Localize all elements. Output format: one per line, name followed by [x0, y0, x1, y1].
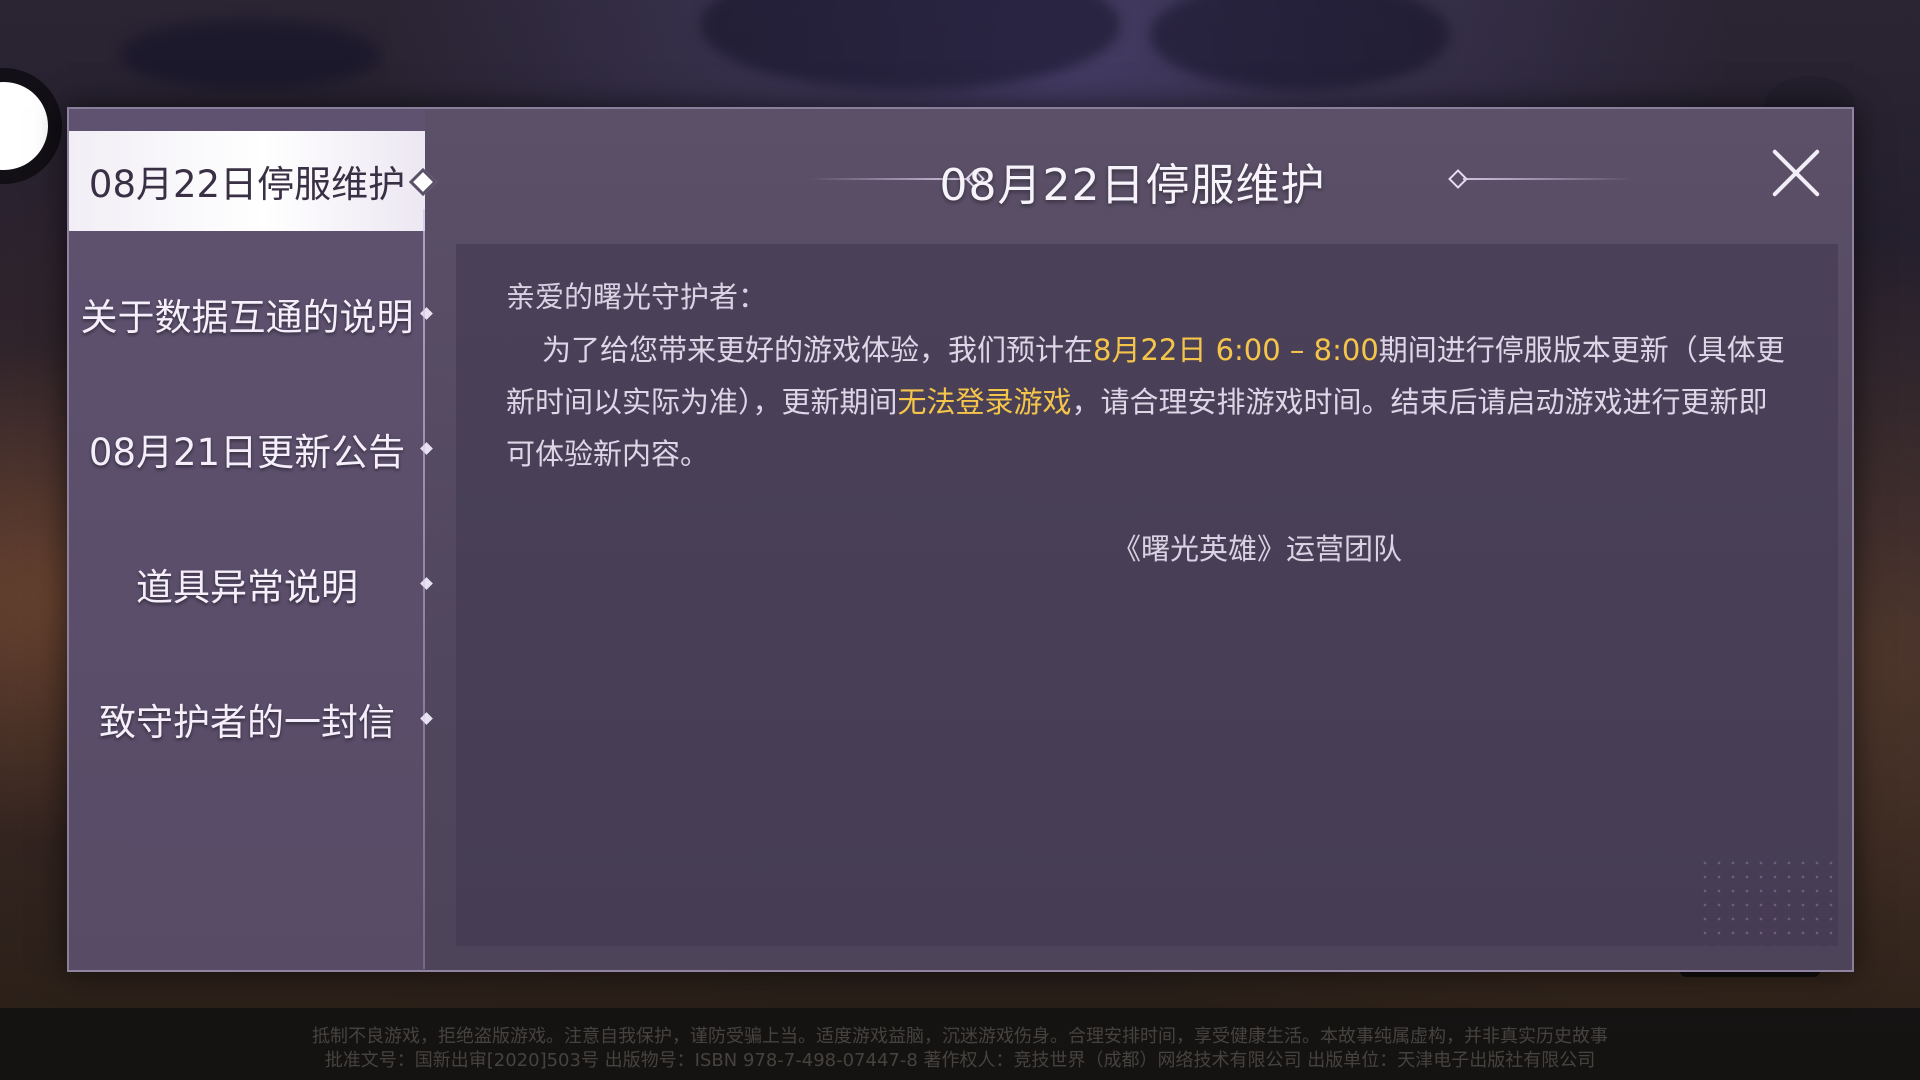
page-title: 08月22日停服维护 [939, 160, 1326, 211]
announcement-content: 亲爱的曙光守护者： 为了给您带来更好的游戏体验，我们预计在8月22日 6:00 … [456, 244, 1838, 946]
sidebar-item-label: 道具异常说明 [136, 566, 358, 609]
sidebar-item-label: 关于数据互通的说明 [80, 296, 414, 339]
background-art [700, 0, 1120, 90]
announcement-sidebar: 08月22日停服维护 关于数据互通的说明 08月21日更新公告 道具异常说明 致… [69, 109, 438, 970]
footer-line: 抵制不良游戏，拒绝盗版游戏。注意自我保护，谨防受骗上当。适度游戏益脑，沉迷游戏伤… [312, 1026, 1608, 1047]
sidebar-item-label: 08月22日停服维护 [88, 163, 406, 206]
highlight-time: 8月22日 6:00 – 8:00 [1093, 333, 1379, 367]
sidebar-item-item-issue[interactable]: 道具异常说明 [69, 534, 433, 634]
sidebar-item-label: 08月21日更新公告 [88, 431, 406, 474]
sidebar-item-data-sync[interactable]: 关于数据互通的说明 [69, 264, 433, 364]
floating-menu-button[interactable] [0, 82, 48, 170]
sidebar-item-letter[interactable]: 致守护者的一封信 [69, 669, 433, 769]
sidebar-divider [423, 209, 425, 969]
background-art [1150, 0, 1450, 90]
game-background: 08月22日停服维护 关于数据互通的说明 08月21日更新公告 道具异常说明 致… [0, 0, 1920, 1080]
sidebar-item-update-0821[interactable]: 08月21日更新公告 [69, 399, 433, 499]
footer-line: 批准文号：国新出审[2020]503号 出版物号：ISBN 978-7-498-… [324, 1050, 1596, 1071]
announcement-body: 为了给您带来更好的游戏体验，我们预计在8月22日 6:00 – 8:00期间进行… [506, 324, 1796, 480]
greeting: 亲爱的曙光守护者： [506, 280, 768, 314]
footer-notice: 抵制不良游戏，拒绝盗版游戏。注意自我保护，谨防受骗上当。适度游戏益脑，沉迷游戏伤… [0, 1008, 1920, 1080]
panel-header: 08月22日停服维护 [425, 109, 1852, 241]
body-text: 为了给您带来更好的游戏体验，我们预计在 [542, 333, 1094, 367]
sidebar-item-label: 致守护者的一封信 [99, 701, 395, 744]
close-icon[interactable] [1768, 145, 1824, 201]
decorative-dots [1698, 856, 1838, 946]
announcement-panel: 08月22日停服维护 关于数据互通的说明 08月21日更新公告 道具异常说明 致… [67, 107, 1854, 972]
sidebar-item-maintenance-0822[interactable]: 08月22日停服维护 [69, 131, 438, 231]
title-decoration-right [1463, 178, 1633, 180]
highlight-warning: 无法登录游戏 [897, 385, 1072, 419]
background-art [120, 20, 380, 90]
signature: 《曙光英雄》运营团队 [1111, 532, 1402, 566]
